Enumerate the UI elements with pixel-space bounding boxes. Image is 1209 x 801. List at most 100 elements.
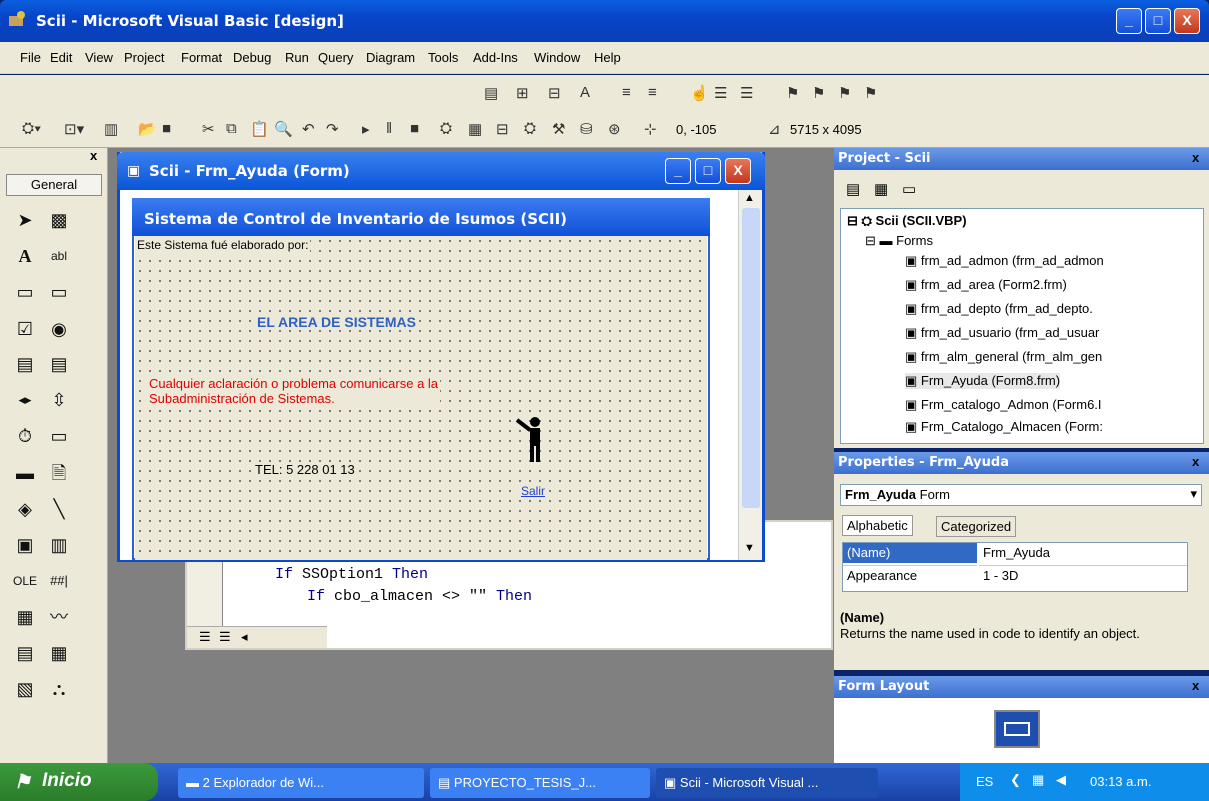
component-icon[interactable]: ⊛ xyxy=(608,120,621,138)
textbox-tool-icon[interactable]: abl xyxy=(44,241,74,271)
redo-icon[interactable]: ↷ xyxy=(326,120,339,138)
vb-app-icon[interactable] xyxy=(8,10,28,28)
tree-item[interactable]: ▣ frm_alm_general (frm_alm_gen xyxy=(905,349,1102,365)
size-icon[interactable]: ⊞ xyxy=(516,84,529,102)
scroll-thumb[interactable] xyxy=(742,208,760,508)
menu-file[interactable]: File xyxy=(20,50,41,65)
tray-arrow-icon[interactable]: ❮ xyxy=(1010,772,1021,788)
object-selector[interactable]: Frm_Ayuda Form ▾ xyxy=(840,484,1202,506)
toggle-folders-icon[interactable]: ▭ xyxy=(902,180,916,198)
menu-run[interactable]: Run xyxy=(285,50,309,65)
toolbox-close-button[interactable]: x xyxy=(90,148,97,163)
image-tool-icon[interactable]: ▣ xyxy=(10,530,40,560)
filelistbox-tool-icon[interactable]: 🗎 xyxy=(44,458,74,488)
commandbutton-tool-icon[interactable]: ▭ xyxy=(44,277,74,307)
tree-root[interactable]: ⊟ ⛭ Scii (SCII.VBP) xyxy=(847,213,967,229)
salir-button[interactable]: Salir xyxy=(519,484,548,498)
open-icon[interactable]: 📂 xyxy=(138,120,157,138)
indent-icon[interactable]: ≡ xyxy=(622,84,631,101)
frame-tool-icon[interactable]: ▭ xyxy=(10,277,40,307)
tree-folder-forms[interactable]: ⊟ ▬ Forms xyxy=(865,233,933,249)
datacombo-tool-icon[interactable]: ▤ xyxy=(10,638,40,668)
tree-item[interactable]: ▣ frm_ad_usuario (frm_ad_usuar xyxy=(905,325,1099,341)
close-button[interactable]: X xyxy=(1174,8,1200,34)
menu-diagram[interactable]: Diagram xyxy=(366,50,415,65)
properties-close-button[interactable]: x xyxy=(1192,454,1199,469)
label-elaborado[interactable]: Este Sistema fué elaborado por: xyxy=(135,238,311,252)
text-icon[interactable]: A xyxy=(580,84,590,101)
run-icon[interactable]: ▸ xyxy=(362,120,370,138)
form-maximize-button[interactable]: □ xyxy=(695,158,721,184)
task-word[interactable]: ▤ PROYECTO_TESIS_J... xyxy=(430,768,650,798)
language-indicator[interactable]: ES xyxy=(976,774,993,789)
add-project-icon[interactable]: ⛭▾ xyxy=(22,120,41,137)
stop-icon[interactable]: ■ xyxy=(410,120,419,137)
object-browser-icon[interactable]: ⛭ xyxy=(524,120,536,137)
code-line-1[interactable]: If SSOption1 Then xyxy=(275,566,428,583)
label-area-sistemas[interactable]: EL AREA DE SISTEMAS xyxy=(255,314,418,330)
pause-icon[interactable]: ǁ xyxy=(386,120,392,137)
view-object-icon[interactable]: ▦ xyxy=(874,180,888,198)
find-icon[interactable]: 🔍 xyxy=(274,120,293,138)
chevron-down-icon[interactable]: ▾ xyxy=(1190,486,1197,502)
menu-format[interactable]: Format xyxy=(181,50,222,65)
tab-categorized[interactable]: Categorized xyxy=(936,516,1017,537)
copy-icon[interactable]: ⧉ xyxy=(226,120,237,137)
menu-editor-icon[interactable]: ▥ xyxy=(104,120,118,138)
pointer-tool-icon[interactable]: ➤ xyxy=(10,205,40,235)
drivelistbox-tool-icon[interactable]: ▭ xyxy=(44,421,74,451)
shape-tool-icon[interactable]: ◈ xyxy=(10,494,40,524)
hscrollbar-tool-icon[interactable]: ◂▸ xyxy=(10,385,40,415)
paste-icon[interactable]: 📋 xyxy=(250,120,269,138)
label-aclaracion[interactable]: Cualquier aclaración o problema comunica… xyxy=(147,376,441,406)
maximize-button[interactable]: □ xyxy=(1145,8,1171,34)
scroll-up-icon[interactable]: ▲ xyxy=(744,192,755,204)
chart-tool-icon[interactable]: 〰 xyxy=(44,602,74,632)
project-explorer-icon[interactable]: ⛭ xyxy=(440,120,452,137)
tree-item[interactable]: ▣ frm_ad_area (Form2.frm) xyxy=(905,277,1067,293)
adodc-tool-icon[interactable]: ⛬ xyxy=(44,674,74,704)
hand-icon[interactable]: ☝ xyxy=(690,84,709,102)
label-telefono[interactable]: TEL: 5 228 01 13 xyxy=(253,462,357,477)
view-code-icon[interactable]: ▤ xyxy=(846,180,860,198)
grid-tool-icon[interactable]: ▦ xyxy=(10,602,40,632)
data-tool-icon[interactable]: ▥ xyxy=(44,530,74,560)
menu-query[interactable]: Query xyxy=(318,50,353,65)
maskedit-tool-icon[interactable]: ##| xyxy=(44,566,74,596)
add-form-icon[interactable]: ⊡▾ xyxy=(64,120,84,138)
menu-debug[interactable]: Debug xyxy=(233,50,271,65)
vscrollbar-tool-icon[interactable]: ⇳ xyxy=(44,385,74,415)
person-icon[interactable] xyxy=(515,416,545,464)
menu-window[interactable]: Window xyxy=(534,50,580,65)
list-icon[interactable]: ☰ xyxy=(714,84,727,102)
menu-view[interactable]: View xyxy=(85,50,113,65)
prop-key[interactable]: Appearance xyxy=(843,565,977,585)
code-line-2[interactable]: If cbo_almacen <> "" Then xyxy=(307,588,532,605)
toolbox-icon[interactable]: ⚒ xyxy=(552,120,565,138)
checkbox-tool-icon[interactable]: ☑ xyxy=(10,314,40,344)
form-layout-close-button[interactable]: x xyxy=(1192,678,1199,693)
designer-vscrollbar[interactable]: ▲ ▼ xyxy=(738,190,762,560)
ole-tool-icon[interactable]: OLE xyxy=(10,566,40,596)
tree-item[interactable]: ▣ frm_ad_admon (frm_ad_admon xyxy=(905,253,1104,269)
bookmark-icon[interactable]: ⚑ xyxy=(786,84,799,102)
line-tool-icon[interactable]: ╲ xyxy=(44,494,74,524)
timer-tool-icon[interactable]: ⏱ xyxy=(10,421,40,451)
save-icon[interactable]: ■ xyxy=(162,120,171,137)
prop-value[interactable]: 1 - 3D xyxy=(979,565,1187,585)
menu-edit[interactable]: Edit xyxy=(50,50,72,65)
listbox-tool-icon[interactable]: ▤ xyxy=(44,349,74,379)
list2-icon[interactable]: ☰ xyxy=(740,84,753,102)
bookmark-next-icon[interactable]: ⚑ xyxy=(812,84,825,102)
menu-add-ins[interactable]: Add-Ins xyxy=(473,50,518,65)
tree-item[interactable]: ▣ Frm_Catalogo_Almacen (Form: xyxy=(905,419,1103,435)
task-explorer[interactable]: ▬ 2 Explorador de Wi... xyxy=(178,768,424,798)
task-vb[interactable]: ▣ Scii - Microsoft Visual ... xyxy=(656,768,878,798)
network-icon[interactable]: ▦ xyxy=(1032,772,1044,788)
prop-value[interactable]: Frm_Ayuda xyxy=(979,543,1187,563)
volume-icon[interactable]: ◀ xyxy=(1056,772,1066,788)
combobox-tool-icon[interactable]: ▤ xyxy=(10,349,40,379)
menu-tools[interactable]: Tools xyxy=(428,50,458,65)
data-view-icon[interactable]: ⛁ xyxy=(580,120,593,138)
datarepeater-tool-icon[interactable]: ▧ xyxy=(10,674,40,704)
